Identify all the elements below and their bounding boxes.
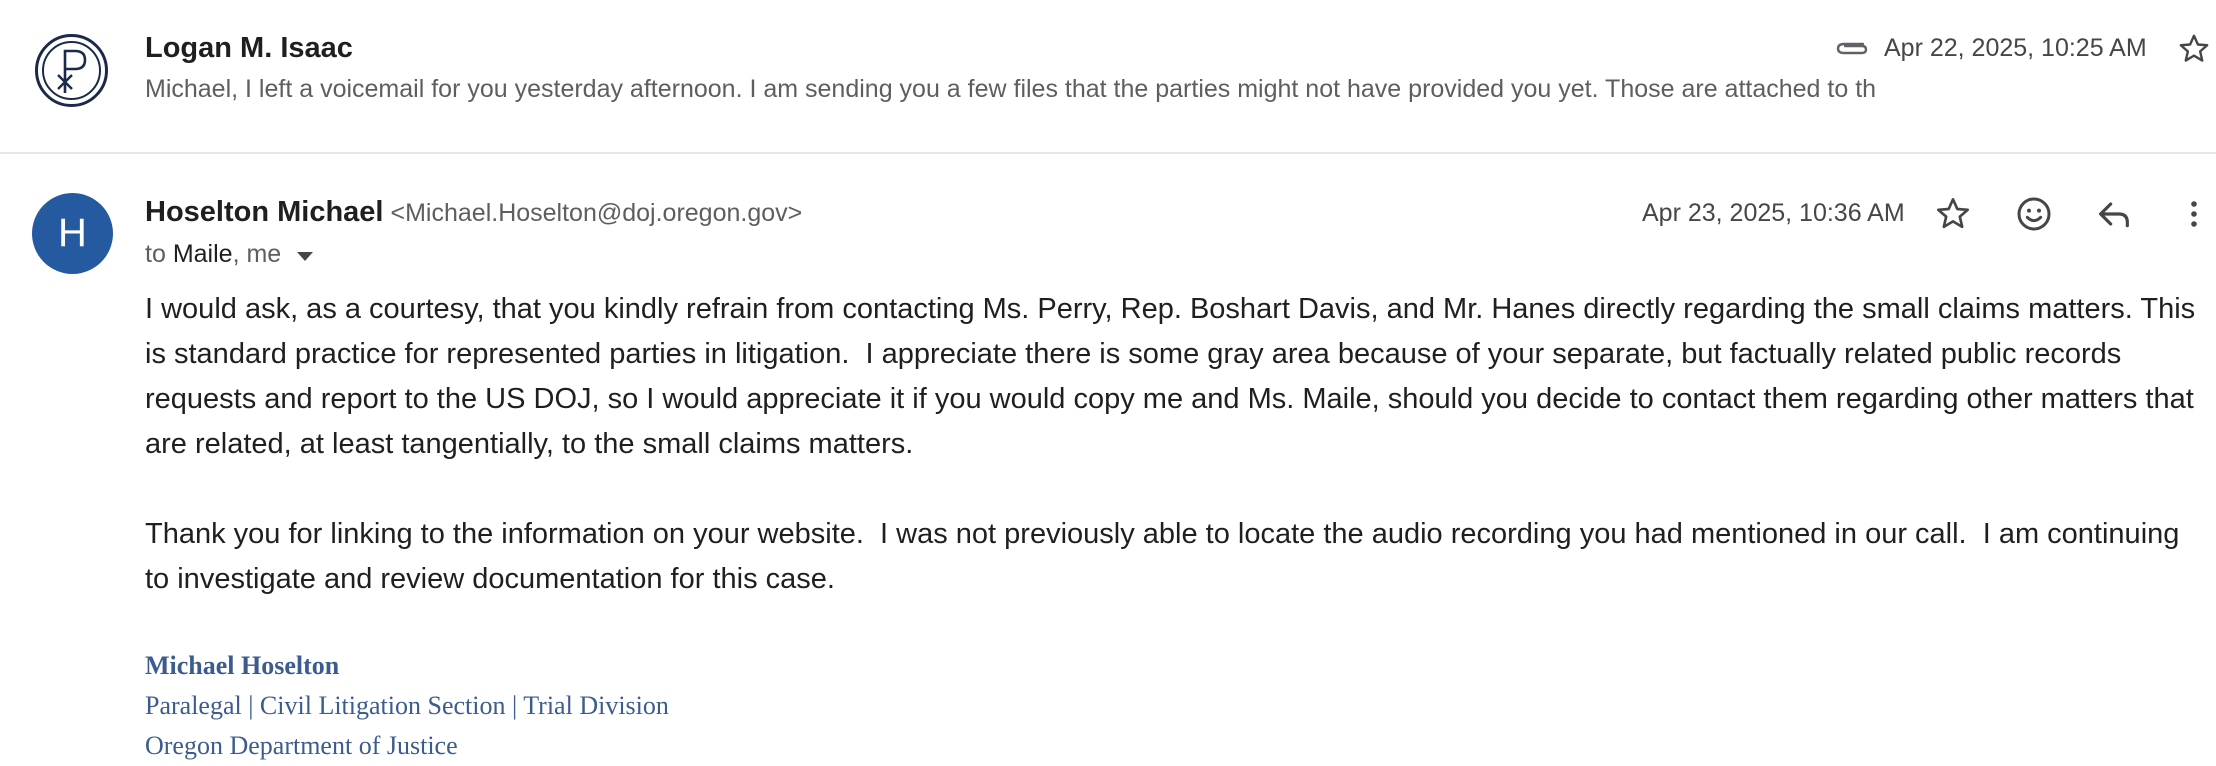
attachment-icon — [1836, 42, 1868, 55]
recipient-rest: , me — [232, 240, 282, 268]
message-date: Apr 23, 2025, 10:36 AM — [1642, 199, 1905, 227]
recipients-line[interactable]: to Maile, me — [145, 240, 314, 269]
sender-avatar[interactable]: H — [32, 193, 113, 274]
collapsed-message-snippet[interactable]: Michael, I left a voicemail for you yest… — [145, 75, 1876, 104]
signature-org: Oregon Department of Justice — [145, 731, 458, 760]
sender-email[interactable]: <Michael.Hoselton@doj.oregon.gov> — [391, 199, 803, 227]
emoji-reaction-icon[interactable] — [2014, 194, 2054, 234]
collapsed-sender-name[interactable]: Logan M. Isaac — [145, 32, 353, 65]
chevron-down-icon[interactable] — [297, 251, 314, 261]
message-body: I would ask, as a courtesy, that you kin… — [145, 287, 2210, 602]
recipient-name: Maile — [172, 240, 233, 268]
sender-name[interactable]: Hoselton Michael — [145, 196, 384, 228]
avatar-letter: H — [58, 211, 87, 255]
body-paragraph: Thank you for linking to the information… — [145, 518, 2188, 595]
email-signature: Michael Hoselton Paralegal | Civil Litig… — [145, 646, 669, 766]
collapsed-message-date: Apr 22, 2025, 10:25 AM — [1884, 34, 2147, 62]
chi-rho-emblem-icon — [35, 34, 108, 107]
reply-icon[interactable] — [2094, 194, 2134, 234]
signature-name: Michael Hoselton — [145, 651, 340, 680]
star-icon[interactable] — [2176, 31, 2212, 67]
sender-avatar-logo — [34, 33, 109, 108]
body-paragraph: I would ask, as a courtesy, that you kin… — [145, 293, 2204, 460]
star-icon[interactable] — [1933, 194, 1973, 234]
sender-line: Hoselton Michael <Michael.Hoselton@doj.or… — [145, 196, 802, 229]
more-options-icon[interactable] — [2176, 194, 2212, 234]
to-prefix: to — [145, 240, 166, 268]
signature-title: Paralegal | Civil Litigation Section | T… — [145, 691, 669, 720]
message-divider — [0, 152, 2216, 154]
